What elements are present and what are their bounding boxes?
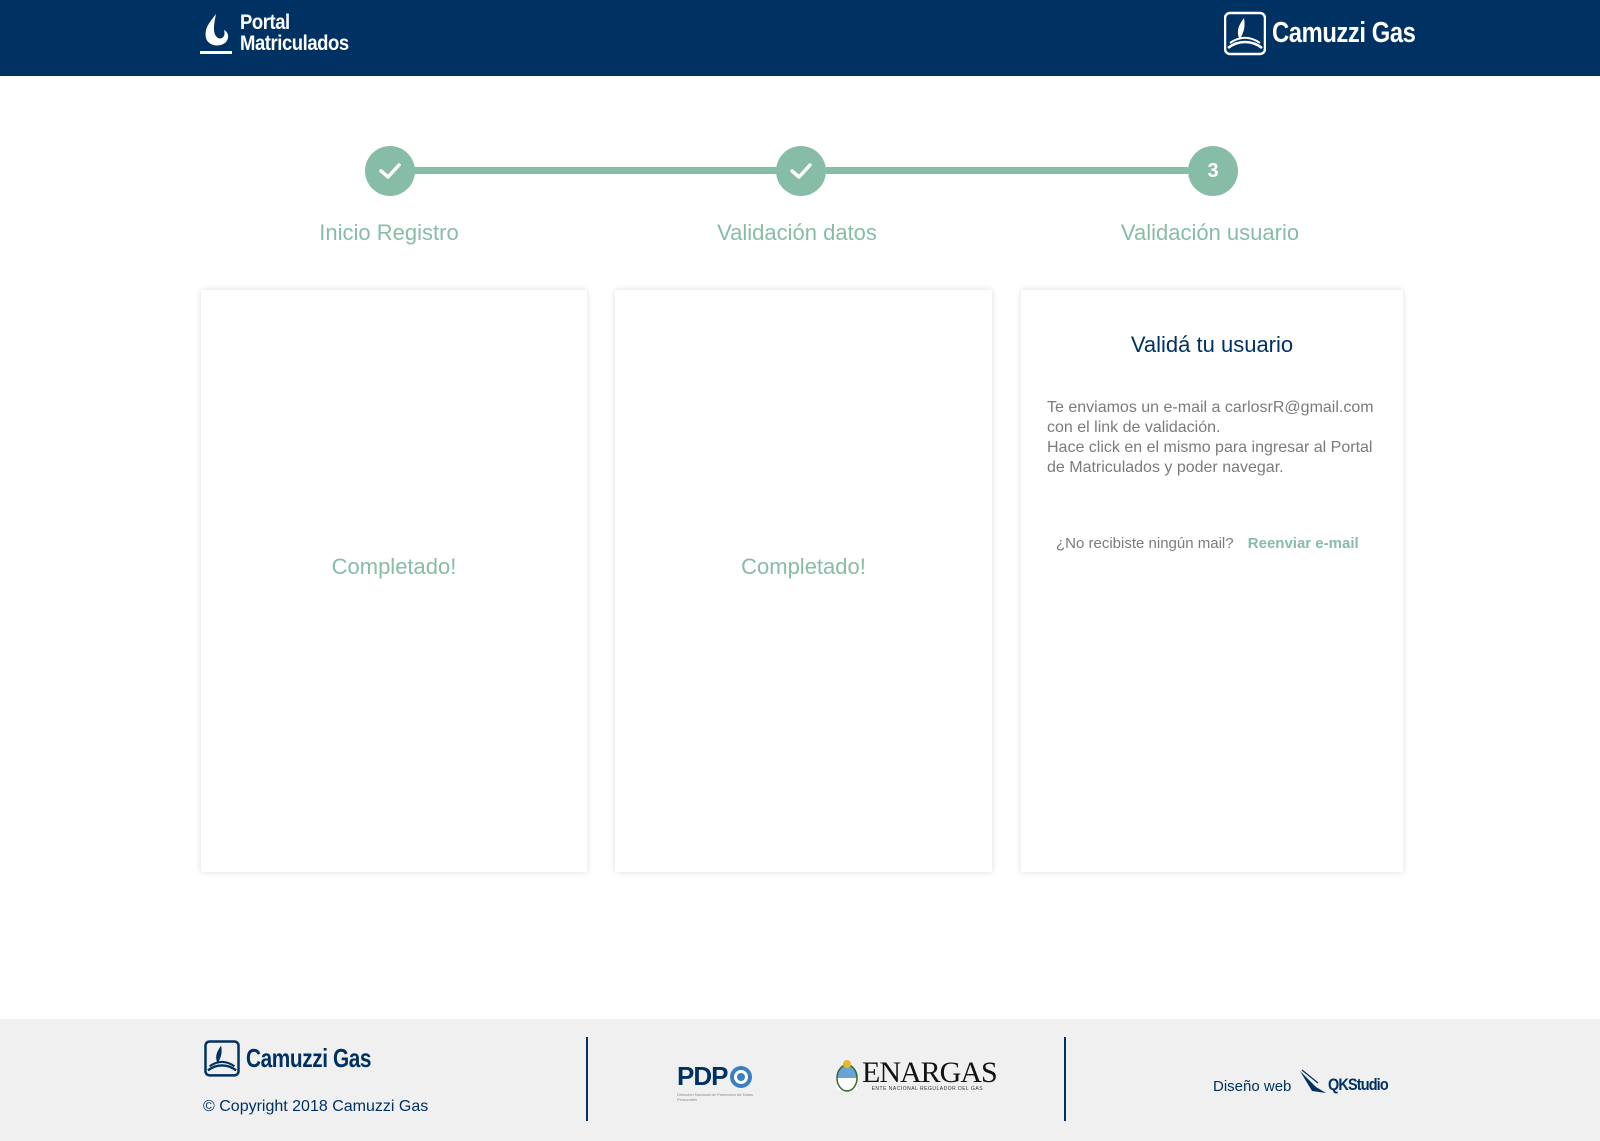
brand-name: Camuzzi Gas bbox=[1272, 16, 1416, 49]
card-step-3: Validá tu usuario Te enviamos un e-mail … bbox=[1021, 290, 1403, 872]
design-credit-label: Diseño web bbox=[1213, 1078, 1292, 1095]
check-icon bbox=[379, 163, 401, 179]
pdp-subtitle: Dirección Nacional de Protección de Dato… bbox=[677, 1092, 754, 1102]
step-3-number: 3 bbox=[1207, 159, 1219, 182]
camuzzi-logo[interactable]: Camuzzi Gas bbox=[1224, 10, 1447, 56]
check-icon bbox=[790, 163, 812, 179]
step-2-label: Validación datos bbox=[717, 220, 877, 245]
enargas-logo[interactable]: ENARGAS ENTE NACIONAL REGULADOR DEL GAS bbox=[836, 1056, 998, 1093]
step-3-circle: 3 bbox=[1188, 146, 1238, 196]
portal-title: Portal Matriculados bbox=[240, 12, 349, 54]
step-1-label: Inicio Registro bbox=[319, 220, 459, 245]
resend-question: ¿No recibiste ningún mail? bbox=[1056, 535, 1234, 552]
enargas-subtitle: ENTE NACIONAL REGULADOR DEL GAS bbox=[871, 1086, 984, 1092]
footer: Camuzzi Gas © Copyright 2018 Camuzzi Gas… bbox=[0, 1019, 1600, 1141]
camuzzi-emblem-icon bbox=[1224, 11, 1266, 56]
footer-divider-2 bbox=[1064, 1037, 1066, 1121]
enargas-text: ENARGAS bbox=[862, 1056, 998, 1089]
camuzzi-emblem-icon bbox=[204, 1040, 240, 1077]
card-title: Validá tu usuario bbox=[1130, 332, 1294, 357]
step-1-circle bbox=[365, 146, 415, 196]
validation-message: Te enviamos un e-mail a carlosrR@gmail.c… bbox=[1047, 398, 1377, 478]
pdp-logo[interactable]: PDP Dirección Nacional de Protección de … bbox=[677, 1061, 757, 1102]
copyright: © Copyright 2018 Camuzzi Gas bbox=[203, 1098, 429, 1115]
portal-title-line2: Matriculados bbox=[240, 32, 349, 55]
completed-text: Completado! bbox=[331, 554, 457, 579]
footer-brand-name: Camuzzi Gas bbox=[246, 1042, 372, 1073]
step-connector-2 bbox=[826, 167, 1192, 174]
top-header: Portal Matriculados Camuzzi Gas bbox=[0, 0, 1600, 76]
completed-text: Completado! bbox=[741, 554, 866, 579]
step-connector-1 bbox=[412, 167, 778, 174]
validation-line-1: Te enviamos un e-mail a carlosrR@gmail.c… bbox=[1047, 399, 1374, 436]
qkstudio-text: QKStudio bbox=[1328, 1075, 1389, 1094]
qkstudio-logo[interactable]: QKStudio bbox=[1298, 1069, 1398, 1095]
footer-divider-1 bbox=[586, 1037, 588, 1121]
validation-line-2: Hace click en el mismo para ingresar al … bbox=[1047, 439, 1373, 476]
step-2-circle bbox=[776, 146, 826, 196]
resend-row: ¿No recibiste ningún mail? Reenviar e-ma… bbox=[1056, 535, 1359, 552]
qkstudio-bird-icon bbox=[1300, 1069, 1326, 1093]
card-step-1: Completado! bbox=[201, 290, 587, 872]
pdp-seal-icon bbox=[730, 1065, 753, 1088]
card-step-2: Completado! bbox=[615, 290, 992, 872]
flame-icon bbox=[200, 12, 234, 56]
step-3-label: Validación usuario bbox=[1120, 220, 1300, 245]
resend-email-link[interactable]: Reenviar e-mail bbox=[1248, 535, 1359, 552]
portal-title-line1: Portal bbox=[240, 11, 290, 34]
argentina-shield-icon bbox=[836, 1060, 858, 1092]
footer-camuzzi-logo[interactable]: Camuzzi Gas bbox=[204, 1039, 402, 1077]
portal-logo[interactable]: Portal Matriculados bbox=[200, 12, 364, 56]
pdp-text: PDP bbox=[677, 1061, 728, 1091]
